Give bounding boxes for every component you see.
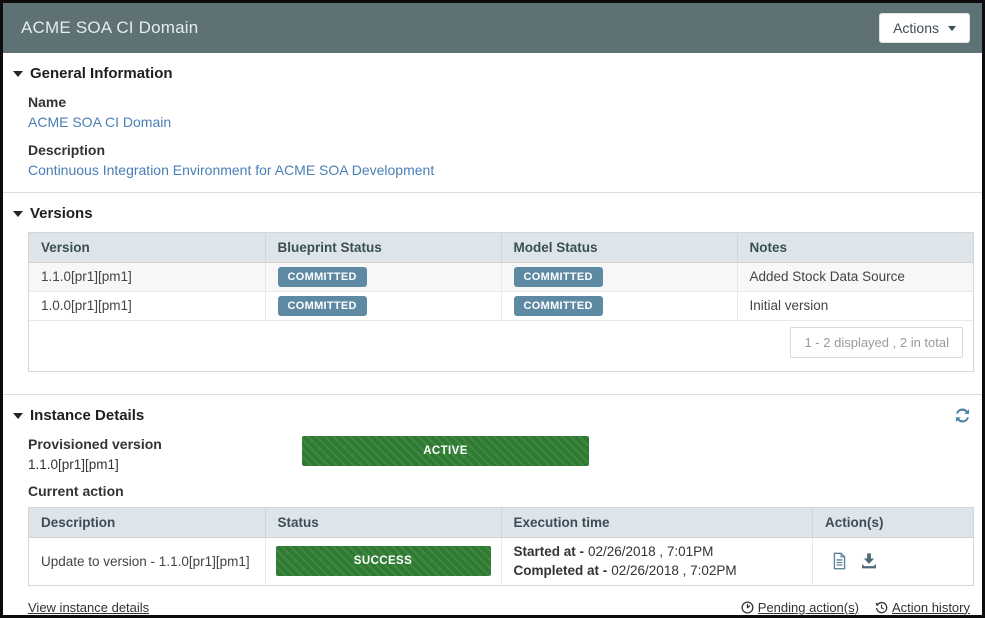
instance-state-badge: ACTIVE (302, 436, 589, 466)
footer-links: View instance details Pending action(s) (28, 600, 970, 615)
instance-details-section: Instance Details Provisioned version 1.1… (3, 395, 982, 615)
general-information-section: General Information Name ACME SOA CI Dom… (3, 53, 982, 193)
pagination-summary: 1 - 2 displayed , 2 in total (790, 327, 963, 358)
view-instance-details-link[interactable]: View instance details (28, 600, 149, 615)
versions-header[interactable]: Versions (3, 205, 982, 222)
current-action-label: Current action (28, 483, 982, 499)
log-file-icon[interactable] (831, 552, 848, 570)
column-header-execution-time: Execution time (501, 508, 813, 537)
versions-table: Version Blueprint Status Model Status No… (28, 232, 974, 372)
table-row[interactable]: 1.1.0[pr1][pm1] COMMITTED COMMITTED Adde… (29, 262, 973, 291)
column-header-description: Description (29, 508, 265, 537)
app-window: ACME SOA CI Domain Actions General Infor… (0, 0, 985, 618)
name-value: ACME SOA CI Domain (28, 114, 982, 130)
started-at-value: 02/26/2018 , 7:01PM (588, 544, 713, 559)
started-at-label: Started at - (514, 544, 585, 559)
table-row[interactable]: 1.0.0[pr1][pm1] COMMITTED COMMITTED Init… (29, 291, 973, 320)
completed-at-value: 02/26/2018 , 7:02PM (611, 563, 736, 578)
collapse-arrow-icon (13, 413, 23, 419)
description-value: Continuous Integration Environment for A… (28, 162, 982, 178)
action-status-badge: SUCCESS (276, 546, 491, 576)
column-header-version: Version (29, 233, 265, 262)
model-status-badge: COMMITTED (514, 296, 603, 316)
column-header-model-status: Model Status (501, 233, 737, 262)
provisioned-version-label: Provisioned version (28, 436, 278, 452)
notes-cell: Initial version (737, 291, 973, 320)
table-row: Update to version - 1.1.0[pr1][pm1] SUCC… (29, 537, 973, 585)
column-header-actions: Action(s) (813, 508, 973, 537)
versions-title: Versions (30, 205, 93, 222)
refresh-icon[interactable] (955, 408, 970, 423)
action-description-cell: Update to version - 1.1.0[pr1][pm1] (29, 537, 265, 585)
provisioned-version-value: 1.1.0[pr1][pm1] (28, 457, 278, 472)
versions-table-header-row: Version Blueprint Status Model Status No… (29, 233, 973, 262)
current-action-header-row: Description Status Execution time Action… (29, 508, 973, 537)
general-information-header[interactable]: General Information (3, 65, 982, 82)
column-header-notes: Notes (737, 233, 973, 262)
instance-details-title: Instance Details (30, 407, 144, 424)
download-icon[interactable] (860, 552, 878, 570)
caret-down-icon (948, 26, 956, 31)
title-bar: ACME SOA CI Domain Actions (3, 3, 982, 53)
version-cell: 1.1.0[pr1][pm1] (29, 262, 265, 291)
action-history-link[interactable]: Action history (875, 600, 970, 615)
actions-button-label: Actions (893, 20, 939, 36)
version-cell: 1.0.0[pr1][pm1] (29, 291, 265, 320)
description-label: Description (28, 142, 982, 158)
versions-section: Versions Version Blueprint Status Model … (3, 193, 982, 395)
blueprint-status-badge: COMMITTED (278, 267, 367, 287)
column-header-blueprint-status: Blueprint Status (265, 233, 501, 262)
collapse-arrow-icon (13, 211, 23, 217)
name-label: Name (28, 94, 982, 110)
instance-details-header[interactable]: Instance Details (3, 407, 982, 424)
blueprint-status-badge: COMMITTED (278, 296, 367, 316)
general-information-title: General Information (30, 65, 173, 82)
pending-actions-link[interactable]: Pending action(s) (741, 600, 859, 615)
collapse-arrow-icon (13, 71, 23, 77)
pagination-strip: 1 - 2 displayed , 2 in total (29, 320, 973, 371)
completed-at-label: Completed at - (514, 563, 608, 578)
execution-time-cell: Started at -02/26/2018 , 7:01PM Complete… (501, 537, 813, 585)
current-action-table: Description Status Execution time Action… (28, 507, 974, 586)
clock-icon (741, 601, 754, 614)
page-title: ACME SOA CI Domain (15, 18, 198, 38)
column-header-status: Status (265, 508, 501, 537)
actions-dropdown-button[interactable]: Actions (879, 13, 970, 43)
model-status-badge: COMMITTED (514, 267, 603, 287)
notes-cell: Added Stock Data Source (737, 262, 973, 291)
row-actions (825, 552, 961, 570)
history-icon (875, 601, 888, 614)
